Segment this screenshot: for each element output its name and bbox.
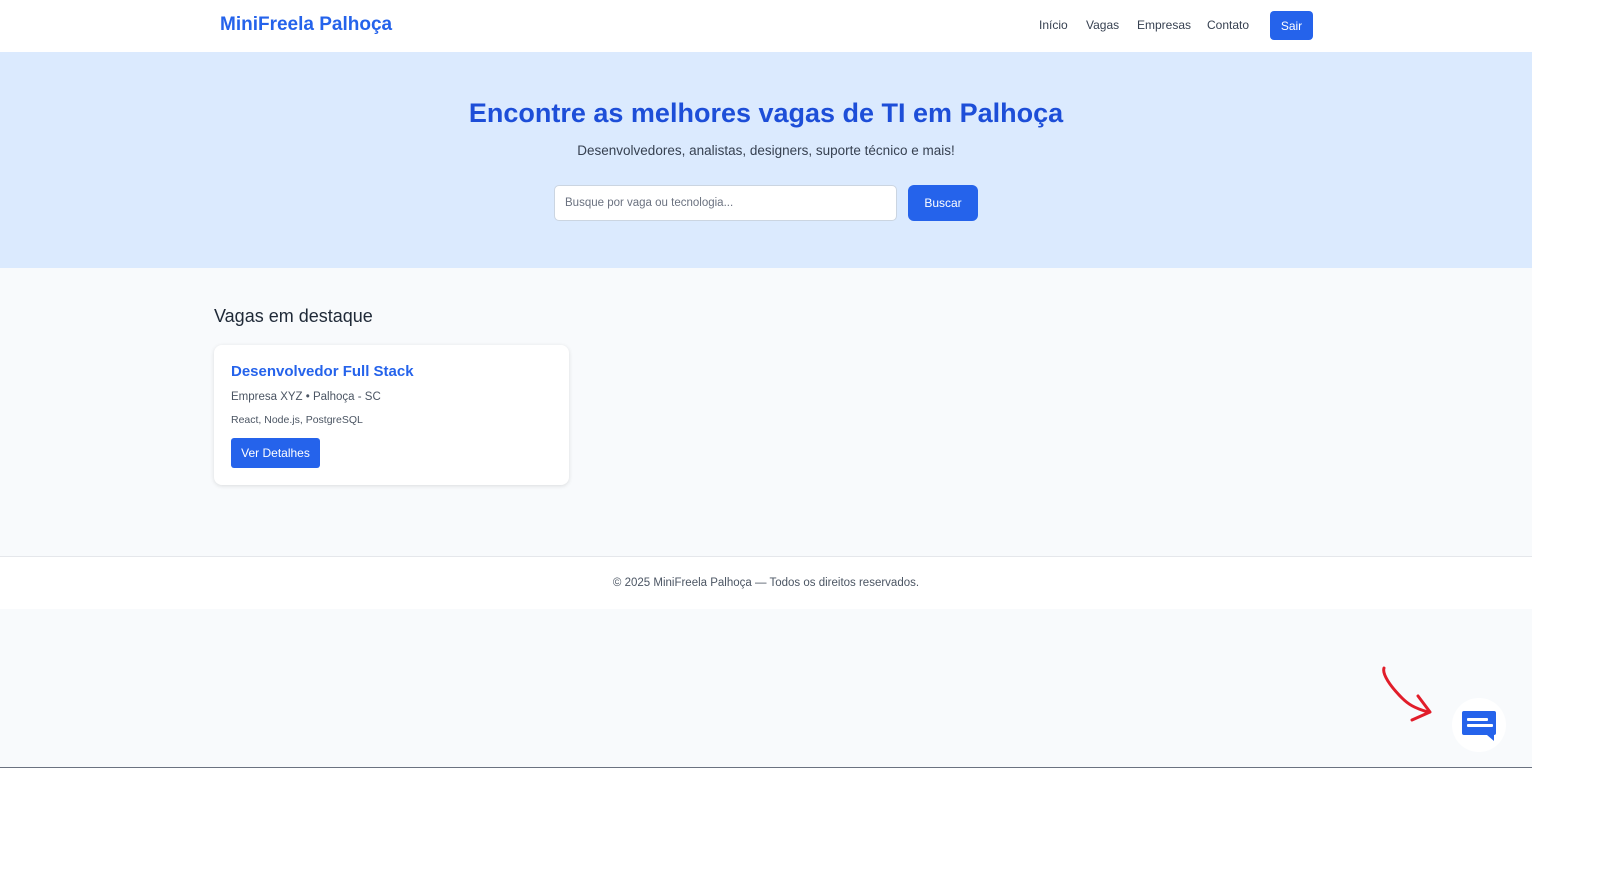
navbar: MiniFreela Palhoça Início Vagas Empresas… [0,0,1532,52]
nav-link-contato[interactable]: Contato [1207,18,1249,32]
hero-section: Encontre as melhores vagas de TI em Palh… [0,52,1532,268]
job-card: Desenvolvedor Full Stack Empresa XYZ • P… [214,345,569,485]
hero-subtitle: Desenvolvedores, analistas, designers, s… [577,143,955,158]
chat-widget-button[interactable] [1452,698,1506,752]
red-arrow-icon [1382,666,1432,722]
search-input[interactable] [554,185,897,221]
footer-text: © 2025 MiniFreela Palhoça — Todos os dir… [612,577,920,589]
nav-link-empresas[interactable]: Empresas [1137,18,1191,32]
search-button[interactable]: Buscar [908,185,978,221]
footer: © 2025 MiniFreela Palhoça — Todos os dir… [0,556,1532,609]
page: MiniFreela Palhoça Início Vagas Empresas… [0,0,1532,768]
hero-title: Encontre as melhores vagas de TI em Palh… [468,98,1064,128]
logout-button[interactable]: Sair [1270,11,1313,40]
job-meta: Empresa XYZ • Palhoça - SC [231,391,381,403]
nav-link-vagas[interactable]: Vagas [1086,18,1119,32]
section-title: Vagas em destaque [214,306,373,326]
brand-logo[interactable]: MiniFreela Palhoça [220,14,392,36]
nav-link-inicio[interactable]: Início [1039,18,1068,32]
view-details-button[interactable]: Ver Detalhes [231,438,320,468]
job-tags: React, Node.js, PostgreSQL [231,414,363,426]
job-title[interactable]: Desenvolvedor Full Stack [231,363,414,380]
chat-bubble-icon [1462,711,1496,741]
